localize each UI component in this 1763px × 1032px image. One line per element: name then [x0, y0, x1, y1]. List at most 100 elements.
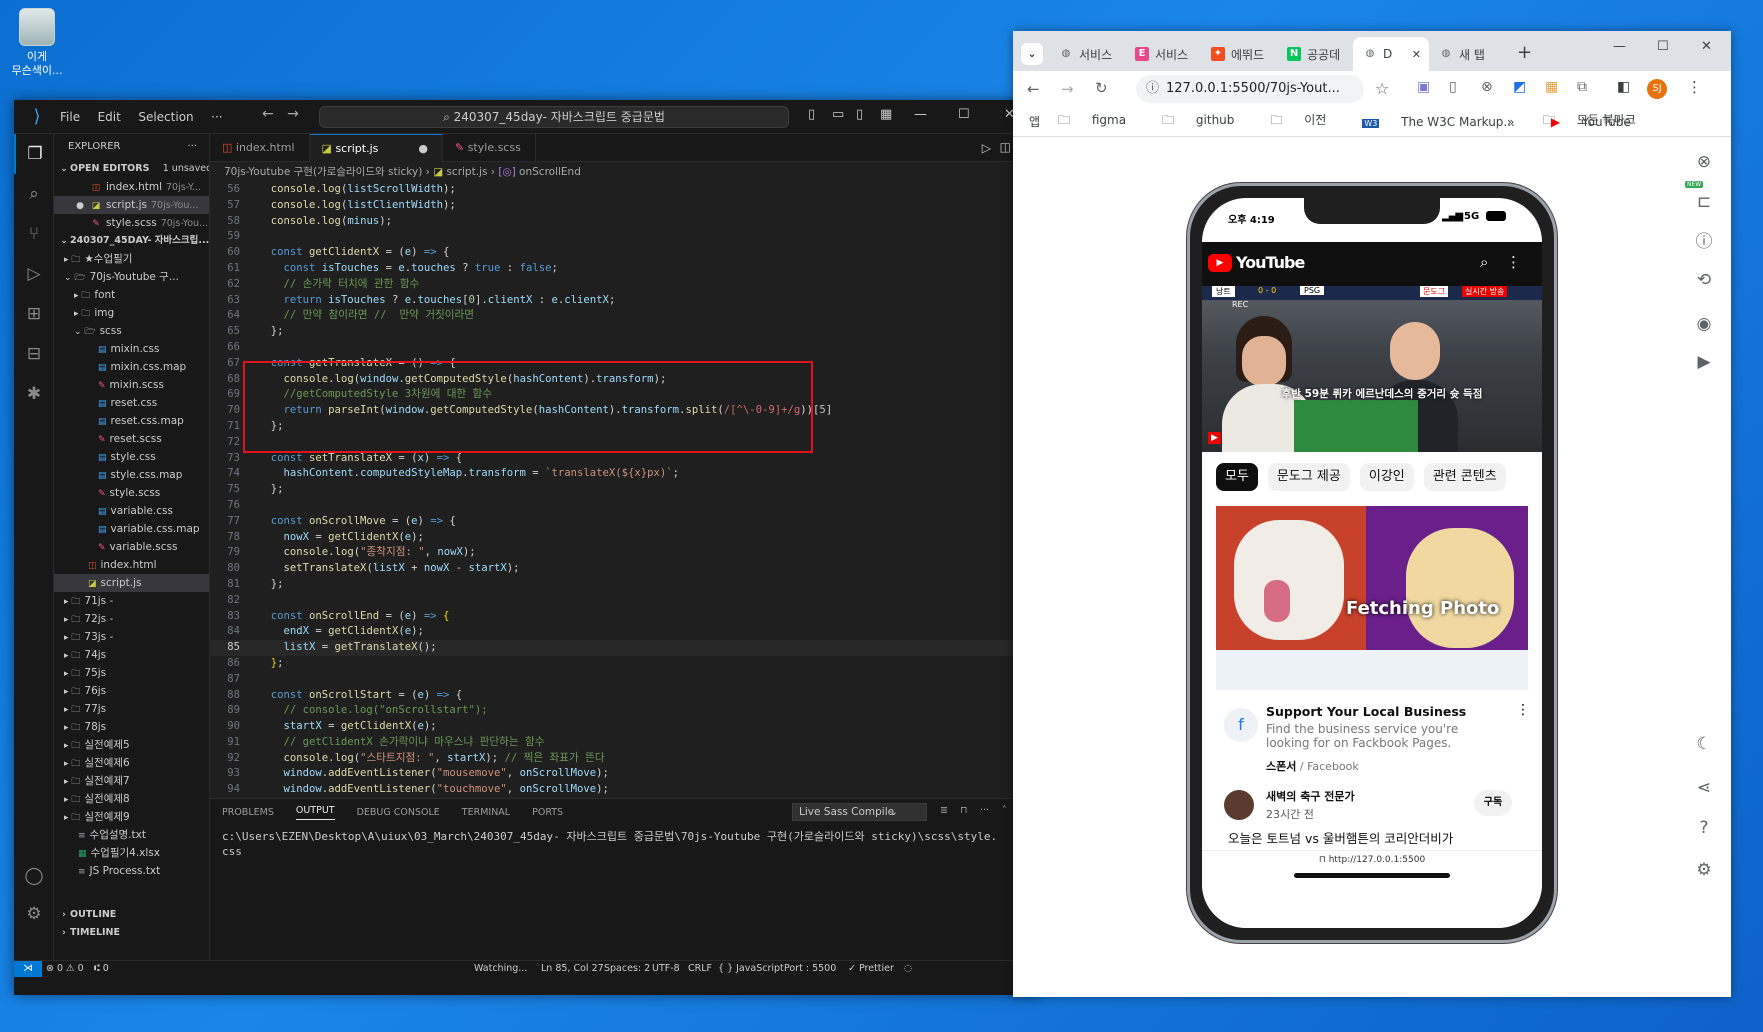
- video-camera-icon[interactable]: ▶: [1693, 351, 1715, 373]
- file-tree-item[interactable]: ▸ 🗀 76js: [54, 682, 209, 700]
- file-tree-item[interactable]: ▸ 🗀 실전예제7: [54, 772, 209, 790]
- tab-problems[interactable]: PROBLEMS: [222, 807, 274, 818]
- file-tree-item[interactable]: ▤ variable.css: [54, 502, 209, 520]
- file-tree-item[interactable]: ▸ 🗀 img: [54, 304, 209, 322]
- maximize-panel-icon[interactable]: ˄: [1002, 805, 1007, 816]
- chip-topic[interactable]: 이강인: [1359, 463, 1414, 491]
- video-title[interactable]: 오늘은 토트넘 vs 울버햄튼의 코리안더비가: [1228, 828, 1453, 847]
- problems-status[interactable]: ⊗ 0 ⚠ 0: [46, 963, 84, 974]
- sass-watching-status[interactable]: Watching...: [474, 963, 527, 974]
- help-icon[interactable]: ?: [1693, 817, 1715, 839]
- file-tree-item[interactable]: ◫ index.html: [54, 556, 209, 574]
- extension-icon[interactable]: ◩: [1513, 79, 1526, 95]
- menu-selection[interactable]: Selection: [138, 110, 193, 124]
- encoding-status[interactable]: UTF-8: [652, 963, 680, 974]
- desktop-icon[interactable]: 이게 무슨색이...: [8, 8, 66, 78]
- all-bookmarks[interactable]: 🗀 모든 북마크: [1543, 111, 1654, 132]
- subscribe-button[interactable]: 구독: [1474, 790, 1512, 816]
- back-arrow-icon[interactable]: ←: [262, 106, 274, 122]
- chip-provider[interactable]: 문도그 제공: [1267, 463, 1350, 491]
- menu-file[interactable]: File: [60, 110, 80, 124]
- code-editor[interactable]: 56 console.log(listScrollWidth); 57 conso…: [210, 182, 1039, 798]
- command-center-search[interactable]: ⌕ 240307_45day- 자바스크립트 중급문법: [319, 106, 789, 128]
- bookmark-previous[interactable]: 🗀 이전: [1270, 111, 1344, 132]
- copilot-icon[interactable]: ✱: [14, 374, 54, 414]
- file-tree-item[interactable]: ≡ JS Process.txt: [54, 862, 209, 880]
- ad-menu-kebab-icon[interactable]: ⋮: [1516, 702, 1530, 718]
- browser-tab[interactable]: E 서비스: [1125, 37, 1201, 71]
- new-tab-icon[interactable]: +: [1517, 42, 1532, 63]
- breadcrumb-folder[interactable]: 70js-Youtube 구현(가로슬라이드와 sticky): [224, 166, 422, 178]
- file-tree-item[interactable]: ◪ script.js: [54, 574, 209, 592]
- video-player[interactable]: 낭트 0 - 0 PSG 문도그 실시간 방송 REC 후반 59분 뤼카 에르…: [1202, 286, 1542, 452]
- bookmark-star-icon[interactable]: ☆: [1375, 79, 1389, 98]
- open-editors-section[interactable]: ⌄ OPEN EDITORS 1 unsaved: [54, 160, 209, 178]
- search-icon[interactable]: ⌕: [1480, 253, 1488, 271]
- menu-edit[interactable]: Edit: [98, 110, 121, 124]
- remote-icon[interactable]: ⋊: [14, 961, 42, 977]
- extension-icon[interactable]: ▣: [1417, 79, 1430, 95]
- reload-icon[interactable]: ↻: [1095, 79, 1108, 97]
- profile-avatar[interactable]: SJ: [1647, 79, 1667, 99]
- extension-icon[interactable]: ⊗: [1481, 79, 1493, 95]
- device-icon[interactable]: ▯: [1449, 79, 1457, 95]
- workspace-section[interactable]: ⌄ 240307_45DAY- 자바스크립...: [54, 232, 209, 250]
- bookmark-apps[interactable]: 앱: [1029, 113, 1040, 130]
- open-editor-item[interactable]: ◫ index.html 70js-Y...: [54, 178, 209, 196]
- breadcrumb-symbol[interactable]: onScrollEnd: [519, 166, 581, 178]
- forward-arrow-icon[interactable]: →: [1061, 80, 1074, 98]
- extensions-puzzle-icon[interactable]: ⧉: [1577, 79, 1587, 95]
- account-icon[interactable]: ◯: [14, 856, 54, 896]
- file-tree-item[interactable]: ▸ 🗀 71js -: [54, 592, 209, 610]
- source-control-icon[interactable]: ⑂: [14, 214, 54, 254]
- outline-section[interactable]: › OUTLINE: [54, 906, 209, 924]
- file-tree-item[interactable]: ▸ 🗀 ★수업필기: [54, 250, 209, 268]
- file-tree-item[interactable]: ▸ 🗀 74js: [54, 646, 209, 664]
- file-tree-item[interactable]: ≡ 수업설명.txt: [54, 826, 209, 844]
- split-editor-icon[interactable]: ◫: [1000, 140, 1011, 154]
- notifications-icon[interactable]: ◌: [904, 963, 912, 974]
- more-actions-icon[interactable]: ···: [187, 134, 197, 160]
- list-icon[interactable]: ≣: [940, 805, 948, 816]
- search-activity-icon[interactable]: ⌕: [14, 174, 54, 214]
- device-frame-icon[interactable]: ⊏: [1693, 191, 1715, 213]
- file-tree-item[interactable]: ✎ reset.scss: [54, 430, 209, 448]
- unsaved-dot-icon[interactable]: ●: [418, 142, 428, 155]
- close-circle-icon[interactable]: ⊗: [1693, 151, 1715, 173]
- youtube-logo-text[interactable]: YouTube: [1236, 253, 1305, 272]
- breadcrumb-file[interactable]: script.js: [446, 166, 487, 178]
- file-tree-item[interactable]: ⌄ 🗁 70js-Youtube 구...: [54, 268, 209, 286]
- file-tree-item[interactable]: ▸ 🗀 실전예제6: [54, 754, 209, 772]
- prettier-status[interactable]: ✓ Prettier: [848, 963, 894, 974]
- extension-icon[interactable]: ▦: [1545, 79, 1558, 95]
- file-tree-item[interactable]: ▸ 🗀 font: [54, 286, 209, 304]
- output-channel-select[interactable]: Live Sass Compile ⌄: [792, 803, 927, 821]
- file-tree-item[interactable]: ▸ 🗀 실전예제5: [54, 736, 209, 754]
- file-tree-item[interactable]: ▸ 🗀 75js: [54, 664, 209, 682]
- youtube-logo-icon[interactable]: ▶: [1208, 254, 1232, 272]
- tab-index-html[interactable]: ◫ index.html: [210, 134, 310, 162]
- file-tree-item[interactable]: ▸ 🗀 78js: [54, 718, 209, 736]
- close-tab-icon[interactable]: ✕: [1412, 48, 1421, 61]
- toggle-sidebar-icon[interactable]: ▯: [808, 107, 815, 122]
- menu-more[interactable]: ···: [211, 110, 222, 124]
- side-panel-icon[interactable]: ◧: [1617, 79, 1630, 95]
- more-bookmarks-icon[interactable]: »: [1507, 115, 1514, 129]
- rotate-icon[interactable]: ⟲: [1693, 269, 1715, 291]
- bookmark-github[interactable]: 🗀 github: [1162, 111, 1252, 132]
- forward-arrow-icon[interactable]: →: [287, 106, 299, 122]
- language-status[interactable]: { } JavaScript: [718, 963, 784, 974]
- browser-tab[interactable]: ◍ D ✕: [1353, 37, 1429, 71]
- toggle-panel-icon[interactable]: ▭: [832, 107, 844, 122]
- screenshot-camera-icon[interactable]: ◉: [1693, 313, 1715, 335]
- chip-related[interactable]: 관련 콘텐츠: [1423, 463, 1506, 491]
- file-tree-item[interactable]: ✎ mixin.scss: [54, 376, 209, 394]
- menu-kebab-icon[interactable]: ⋮: [1687, 78, 1702, 96]
- run-debug-icon[interactable]: ▷: [14, 254, 54, 294]
- tab-terminal[interactable]: TERMINAL: [462, 807, 510, 818]
- browser-tab[interactable]: ◍ 서비스: [1049, 37, 1125, 71]
- file-tree-item[interactable]: ▤ style.css: [54, 448, 209, 466]
- file-tree-item[interactable]: ✎ variable.scss: [54, 538, 209, 556]
- file-tree-item[interactable]: ▤ variable.css.map: [54, 520, 209, 538]
- open-editor-item[interactable]: ● ◪ script.js 70js-You...: [54, 196, 209, 214]
